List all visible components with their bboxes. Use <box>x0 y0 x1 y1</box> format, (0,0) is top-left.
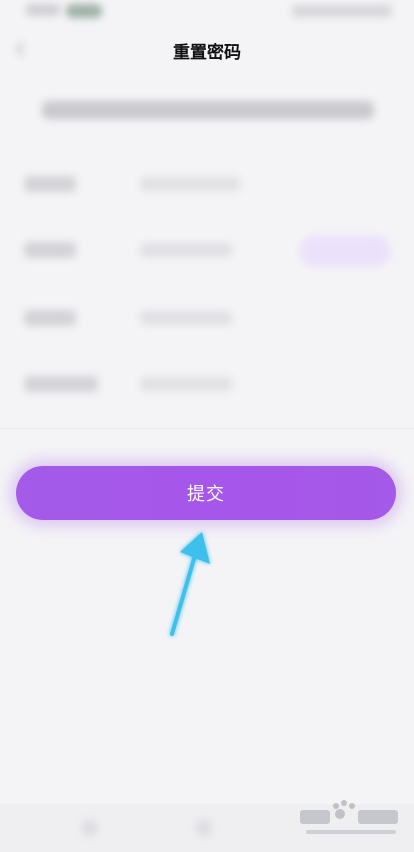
phone-label <box>24 176 76 192</box>
new-password-input[interactable] <box>140 311 232 325</box>
status-bar <box>0 0 414 26</box>
get-code-button[interactable] <box>300 236 390 266</box>
watermark-logo <box>296 796 408 840</box>
nav-bar: 重置密码 <box>0 26 414 72</box>
new-password-row <box>0 294 414 342</box>
phone-row <box>0 160 414 208</box>
page-title: 重置密码 <box>173 43 241 63</box>
submit-button[interactable]: 提交 <box>16 466 396 520</box>
code-row <box>0 226 414 274</box>
confirm-password-label <box>24 376 98 392</box>
confirm-password-row <box>0 360 414 408</box>
bottom-nav-icon[interactable] <box>196 820 212 836</box>
status-network-badge <box>66 4 102 18</box>
status-time <box>26 4 60 16</box>
arrow-up-right-icon <box>160 528 220 640</box>
code-input[interactable] <box>140 243 232 257</box>
notice-text <box>42 101 374 119</box>
form-divider <box>0 428 414 429</box>
new-password-label <box>24 310 76 326</box>
bottom-nav-icon[interactable] <box>82 820 98 836</box>
phone-value <box>140 177 240 191</box>
code-label <box>24 242 76 258</box>
status-icons <box>292 5 392 17</box>
confirm-password-input[interactable] <box>140 377 232 391</box>
